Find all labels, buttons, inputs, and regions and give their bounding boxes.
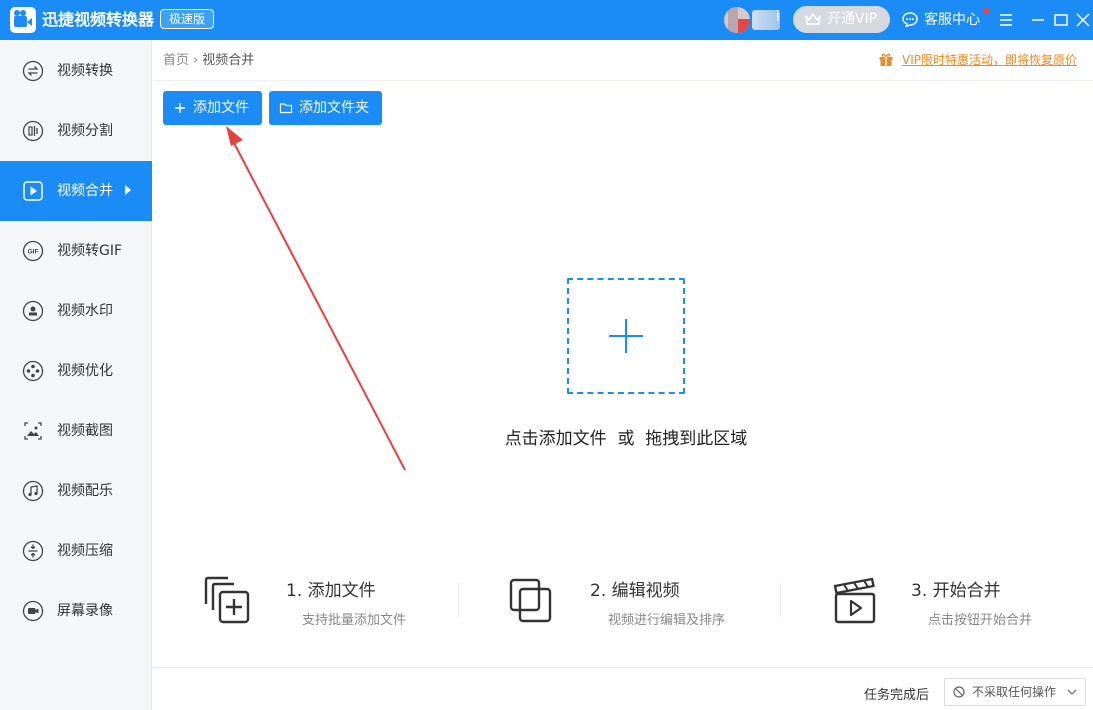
step-start-merge: 3. 开始合并 点击按钮开始合并 <box>832 572 1072 632</box>
chevron-down-icon <box>1067 689 1077 695</box>
user-name-suffix: i <box>776 9 780 25</box>
sidebar-item-video-optimize[interactable]: 视频优化 <box>0 341 152 401</box>
sidebar-item-video-screenshot[interactable]: 视频截图 <box>0 401 152 461</box>
sidebar-item-video-convert[interactable]: 视频转换 <box>0 41 152 101</box>
add-file-step-icon <box>204 576 250 624</box>
step-description: 视频进行编辑及排序 <box>608 613 726 628</box>
add-file-label: 添加文件 <box>193 100 249 116</box>
sidebar-item-label: 视频分割 <box>57 123 113 139</box>
add-folder-button[interactable]: 添加文件夹 <box>269 91 382 125</box>
edition-badge: 极速版 <box>160 9 215 29</box>
sidebar-item-label: 视频合并 <box>57 183 113 199</box>
customer-service-link[interactable]: 客服中心 <box>902 10 980 30</box>
sidebar-item-video-to-gif[interactable]: GIF 视频转GIF <box>0 221 152 281</box>
breadcrumb-current: 视频合并 <box>202 53 255 68</box>
notification-dot <box>983 8 989 14</box>
step-divider <box>780 583 781 617</box>
vip-button-label: 开通VIP <box>827 11 878 27</box>
active-caret-icon <box>125 185 131 195</box>
merge-icon <box>23 181 43 201</box>
step-description: 支持批量添加文件 <box>302 613 407 628</box>
add-plus-icon <box>609 319 643 353</box>
optimize-icon <box>22 360 44 382</box>
sidebar-item-video-watermark[interactable]: 视频水印 <box>0 281 152 341</box>
user-avatar[interactable] <box>724 7 750 33</box>
split-icon <box>22 120 44 142</box>
sidebar-item-video-split[interactable]: 视频分割 <box>0 101 152 161</box>
sidebar-item-label: 视频优化 <box>57 363 113 379</box>
sidebar-item-label: 视频转GIF <box>57 243 123 259</box>
step-edit-video: 2. 编辑视频 视频进行编辑及排序 <box>508 572 748 632</box>
convert-icon <box>22 60 44 82</box>
after-task-value: 不采取任何操作 <box>972 685 1057 699</box>
vip-promo-link[interactable]: VIP限时特惠活动，即将恢复原价 <box>878 51 1077 69</box>
sidebar-item-label: 视频压缩 <box>57 543 113 559</box>
after-task-select[interactable]: 不采取任何操作 <box>944 678 1086 706</box>
plus-icon <box>175 103 185 113</box>
sidebar-item-label: 视频水印 <box>57 303 113 319</box>
folder-icon <box>279 103 293 114</box>
app-logo-icon <box>10 7 36 33</box>
maximize-icon[interactable] <box>1050 9 1072 31</box>
compress-icon <box>22 540 44 562</box>
sidebar-item-screen-record[interactable]: 屏幕录像 <box>0 581 152 641</box>
sidebar-item-label: 视频配乐 <box>57 483 113 499</box>
title-bar: 迅捷视频转换器 极速版 i 开通VIP 客服中心 <box>0 0 1093 40</box>
gif-icon: GIF <box>22 240 44 262</box>
close-icon[interactable] <box>1072 9 1093 31</box>
sidebar-item-video-merge[interactable]: 视频合并 <box>0 161 152 221</box>
svg-text:GIF: GIF <box>28 249 39 256</box>
gift-icon <box>879 53 893 66</box>
step-add-file: 1. 添加文件 支持批量添加文件 <box>202 572 442 632</box>
edit-video-step-icon <box>509 578 552 623</box>
breadcrumb-separator: › <box>193 53 199 68</box>
record-icon <box>22 600 44 622</box>
drop-zone-hint: 点击添加文件 或 拖拽到此区域 <box>504 429 748 449</box>
sidebar-item-label: 屏幕录像 <box>57 603 113 619</box>
sidebar-item-video-music[interactable]: 视频配乐 <box>0 461 152 521</box>
after-task-label: 任务完成后 <box>864 688 930 703</box>
crown-icon <box>805 13 821 25</box>
breadcrumb: 首页 › 视频合并 <box>163 52 254 70</box>
customer-service-label: 客服中心 <box>924 12 980 28</box>
step-description: 点击按钮开始合并 <box>928 613 1033 628</box>
watermark-icon <box>22 300 44 322</box>
header-divider <box>153 80 1093 81</box>
music-icon <box>22 480 44 502</box>
footer-bar: 任务完成后 不采取任何操作 <box>153 667 1093 710</box>
open-vip-button[interactable]: 开通VIP <box>793 6 890 33</box>
step-title: 3. 开始合并 <box>911 581 1001 601</box>
step-title: 2. 编辑视频 <box>590 581 680 601</box>
clapperboard-icon <box>833 577 876 624</box>
sidebar-item-label: 视频截图 <box>57 423 113 439</box>
sidebar: 视频转换 视频分割 视频合并 GIF 视频转GIF 视频水印 视频优化 视频截图… <box>0 40 152 710</box>
step-divider <box>458 583 459 617</box>
drop-zone[interactable] <box>567 278 685 394</box>
add-folder-label: 添加文件夹 <box>299 100 369 116</box>
ban-icon <box>953 686 965 698</box>
breadcrumb-home[interactable]: 首页 <box>163 53 189 68</box>
chat-bubble-icon <box>902 12 918 27</box>
sidebar-item-label: 视频转换 <box>57 63 113 79</box>
screenshot-icon <box>24 422 42 440</box>
menu-icon[interactable] <box>995 9 1017 31</box>
minimize-icon[interactable] <box>1027 9 1049 31</box>
app-title: 迅捷视频转换器 <box>42 10 155 29</box>
add-file-button[interactable]: 添加文件 <box>163 91 262 125</box>
sidebar-item-video-compress[interactable]: 视频压缩 <box>0 521 152 581</box>
vip-promo-text: VIP限时特惠活动，即将恢复原价 <box>902 53 1077 67</box>
step-title: 1. 添加文件 <box>286 581 376 601</box>
